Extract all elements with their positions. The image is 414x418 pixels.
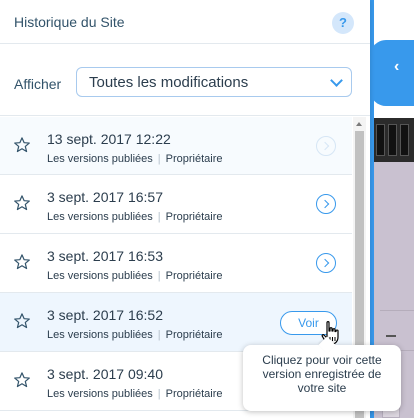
star-icon[interactable] <box>13 194 31 212</box>
version-meta: Les versions publiées | Propriétaire <box>47 211 223 223</box>
panel-header: Historique du Site ? <box>0 0 370 44</box>
filter-label: Afficher <box>14 76 62 92</box>
star-icon[interactable] <box>13 136 31 154</box>
version-date: 3 sept. 2017 09:40 <box>47 366 163 382</box>
filter-dropdown[interactable]: Toutes les modifications <box>76 67 352 97</box>
filter-bar: Afficher Toutes les modifications <box>0 44 370 116</box>
panel-title: Historique du Site <box>14 14 125 30</box>
scroll-up-icon[interactable] <box>356 122 362 126</box>
list-item[interactable]: 3 sept. 2017 16:52 Les versions publiées… <box>0 293 352 352</box>
list-item[interactable]: 3 sept. 2017 16:53 Les versions publiées… <box>0 234 352 293</box>
list-item[interactable]: 13 sept. 2017 12:22 Les versions publiée… <box>0 117 352 175</box>
tooltip-text: Cliquez pour voir cette version enregist… <box>262 353 382 395</box>
version-date: 13 sept. 2017 12:22 <box>47 131 171 147</box>
editor-dark-strip <box>374 118 414 162</box>
star-icon[interactable] <box>13 371 31 389</box>
star-icon[interactable] <box>13 253 31 271</box>
chevron-left-icon[interactable]: ‹ <box>394 58 399 76</box>
chevron-down-icon <box>330 74 343 87</box>
version-meta: Les versions publiées | Propriétaire <box>47 329 223 341</box>
version-date: 3 sept. 2017 16:57 <box>47 189 163 205</box>
view-version-tooltip: Cliquez pour voir cette version enregist… <box>243 345 401 411</box>
collapse-panel-tab[interactable] <box>370 40 414 106</box>
chevron-right-icon[interactable] <box>316 194 336 214</box>
list-item[interactable]: 3 sept. 2017 16:57 Les versions publiées… <box>0 175 352 234</box>
help-button[interactable]: ? <box>332 12 354 34</box>
version-meta: Les versions publiées | Propriétaire <box>47 270 223 282</box>
chevron-right-icon[interactable] <box>316 253 336 273</box>
chevron-right-icon[interactable] <box>316 136 336 156</box>
filter-dropdown-value: Toutes les modifications <box>89 74 249 91</box>
editor-dash <box>386 335 396 337</box>
star-icon[interactable] <box>13 312 31 330</box>
version-meta: Les versions publiées | Propriétaire <box>47 388 223 400</box>
version-date: 3 sept. 2017 16:52 <box>47 307 163 323</box>
version-date: 3 sept. 2017 16:53 <box>47 248 163 264</box>
version-meta: Les versions publiées | Propriétaire <box>47 153 223 165</box>
